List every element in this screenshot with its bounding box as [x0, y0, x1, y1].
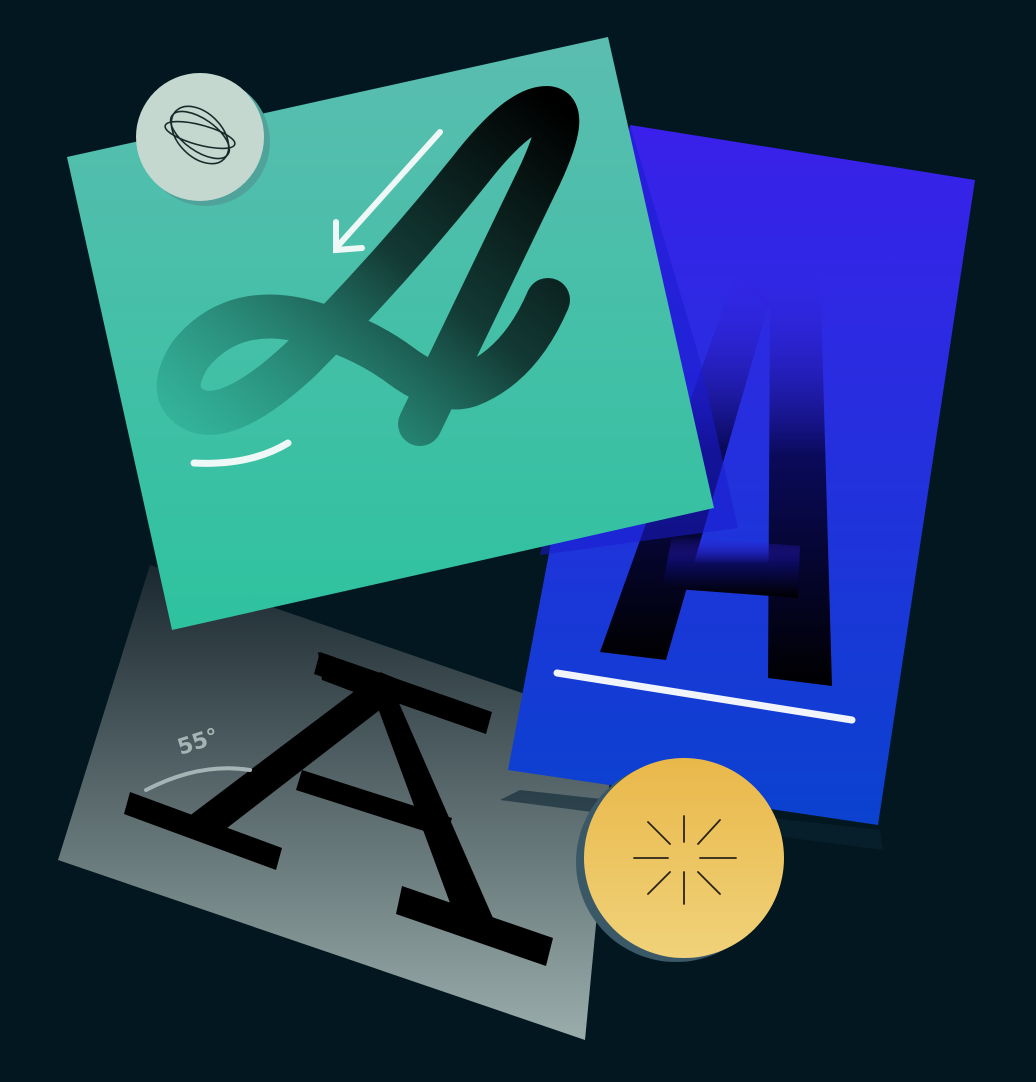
illustration-stage: 55° — [0, 0, 1036, 1082]
typography-illustration: 55° — [58, 37, 975, 1040]
